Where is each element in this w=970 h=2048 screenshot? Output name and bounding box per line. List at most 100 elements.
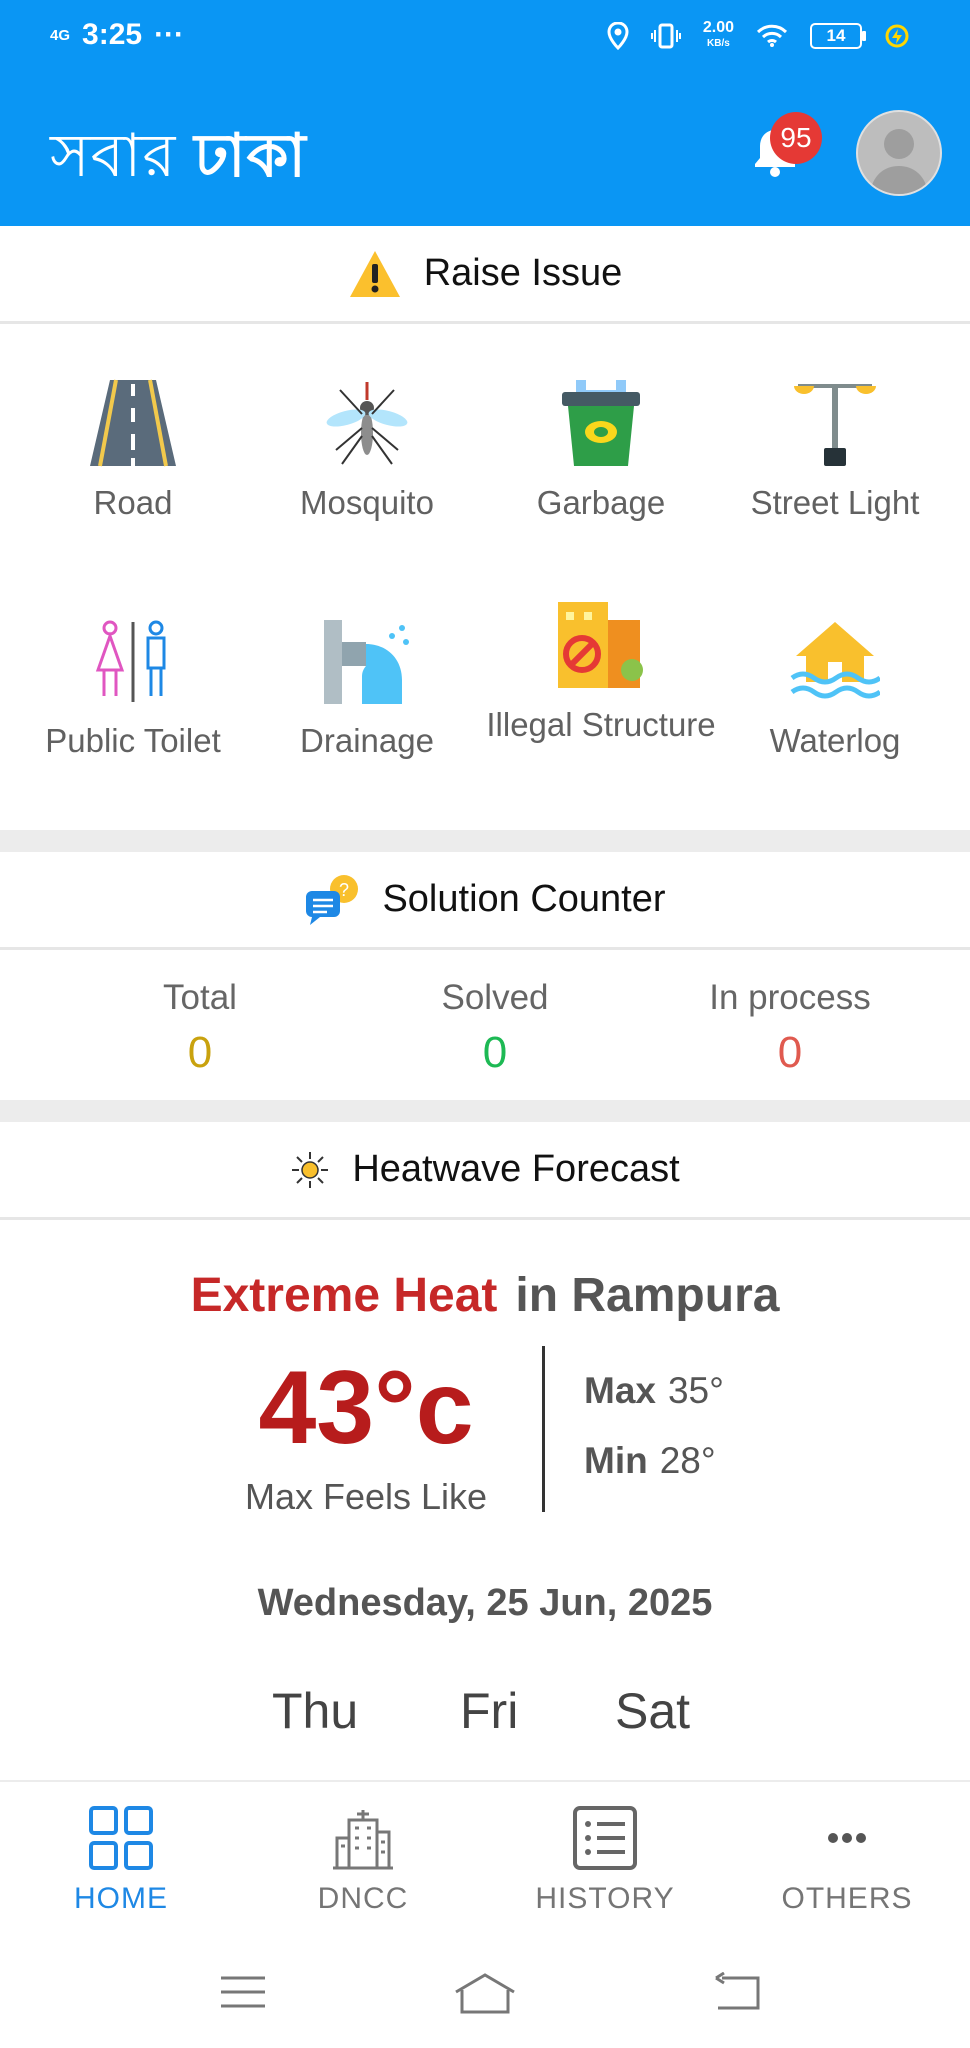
status-bar: 4G 3:25 ··· 2.00 KB/s 14 [0, 0, 970, 80]
issue-drainage[interactable]: Drainage [246, 616, 488, 762]
network-indicator: 4G [50, 26, 71, 44]
min-value: 28° [659, 1440, 716, 1481]
heat-alert-line: Extreme Heat in Rampura [0, 1268, 970, 1323]
min-label: Min [584, 1440, 648, 1481]
counter-value: 0 [777, 1028, 803, 1077]
toilet-icon [95, 620, 166, 702]
nav-others[interactable]: OTHERS [747, 1804, 947, 1916]
forecast-date: Wednesday, 25 Jun, 2025 [257, 1582, 713, 1624]
counter-solved: Solved 0 [385, 978, 605, 1078]
forecast-day-tab[interactable]: Fri [460, 1682, 518, 1740]
home-icon[interactable] [452, 1972, 518, 2016]
issue-label: Drainage [300, 722, 434, 759]
raise-issue-section: Raise Issue Road Mosquito Garbage Street… [0, 226, 970, 830]
nav-dncc[interactable]: DNCC [263, 1804, 463, 1916]
battery-indicator: 14 [810, 23, 866, 49]
warning-icon [349, 250, 400, 297]
heatwave-title: Heatwave Forecast [352, 1148, 680, 1190]
issue-label: Waterlog [769, 722, 901, 759]
solution-counter-section: ? Solution Counter Total 0 Solved 0 In p… [0, 852, 970, 1100]
counter-in-process: In process 0 [680, 978, 900, 1078]
heatwave-header: Heatwave Forecast [0, 1122, 970, 1220]
counter-value: 0 [482, 1028, 508, 1077]
issue-waterlog[interactable]: Waterlog [714, 616, 956, 762]
counter-value: 0 [187, 1028, 213, 1077]
drainage-icon [324, 620, 409, 704]
system-navigation-bar [0, 1942, 970, 2048]
speed-value: 2.00 [702, 19, 734, 36]
menu-icon[interactable] [218, 1972, 268, 2012]
max-label: Max [584, 1370, 656, 1411]
forecast-day-tab[interactable]: Sat [615, 1682, 690, 1740]
heat-main: 43°c Max Feels Like Max 35° Min 28° [0, 1346, 970, 1548]
min-max-block: Max 35° Min 28° [584, 1370, 724, 1510]
issue-illegal-structure[interactable]: Illegal Structure [480, 600, 722, 746]
battery-level: 14 [826, 26, 846, 45]
raise-issue-title: Raise Issue [423, 252, 623, 294]
location-icon [607, 22, 629, 50]
issue-grid: Road Mosquito Garbage Street Light Publi… [0, 324, 970, 830]
notification-badge[interactable]: 95 [770, 112, 822, 164]
issue-label: Garbage [536, 484, 666, 521]
nav-home[interactable]: HOME [21, 1804, 221, 1916]
road-icon [90, 379, 176, 467]
app-header: সবার ঢাকা 95 [0, 80, 970, 226]
bottom-navigation: HOME DNCC HISTORY OTHERS [0, 1780, 970, 1944]
status-left: 4G 3:25 ··· [50, 18, 184, 52]
nav-label: HOME [74, 1882, 168, 1915]
speed-unit: KB/s [707, 38, 730, 49]
building-icon [333, 1810, 393, 1870]
issue-mosquito[interactable]: Mosquito [246, 378, 488, 524]
nav-history[interactable]: HISTORY [505, 1804, 705, 1916]
issue-label: Public Toilet [45, 722, 221, 759]
avatar[interactable] [856, 110, 942, 196]
logo-text-2: ঢাকা [194, 122, 307, 189]
counter-label: Solved [441, 978, 549, 1017]
issue-garbage[interactable]: Garbage [480, 378, 722, 524]
heatwave-section: Heatwave Forecast Extreme Heat in Rampura… [0, 1122, 970, 1780]
heat-location: in Rampura [515, 1269, 780, 1322]
network-speed: 2.00 KB/s [703, 20, 734, 52]
home-grid-icon [89, 1806, 153, 1870]
issue-label: Road [93, 484, 173, 521]
user-silhouette-icon [870, 129, 928, 194]
street-light-icon [794, 384, 876, 466]
min-row: Min 28° [584, 1440, 724, 1482]
clock: 3:25 [82, 18, 143, 51]
feels-like-temperature: 43°c [258, 1350, 474, 1466]
nav-label: OTHERS [781, 1882, 913, 1915]
back-icon[interactable] [712, 1972, 762, 2012]
max-row: Max 35° [584, 1370, 724, 1412]
issue-street-light[interactable]: Street Light [714, 378, 956, 524]
charging-icon [885, 24, 909, 48]
raise-issue-header: Raise Issue [0, 226, 970, 324]
issue-label: Street Light [750, 484, 920, 521]
vibrate-icon [650, 23, 681, 49]
temperature-divider [542, 1346, 545, 1512]
svg-text:?: ? [339, 880, 349, 900]
heat-alert: Extreme Heat [190, 1269, 498, 1322]
counter-label: In process [709, 978, 871, 1017]
chat-question-icon: ? [306, 874, 359, 925]
waterlog-icon [790, 622, 880, 699]
status-right: 2.00 KB/s 14 [607, 20, 910, 52]
issue-public-toilet[interactable]: Public Toilet [12, 616, 254, 762]
wifi-icon [756, 24, 788, 47]
feels-like-block: 43°c Max Feels Like [226, 1350, 506, 1518]
app-logo[interactable]: সবার ঢাকা [50, 110, 307, 210]
issue-road[interactable]: Road [12, 378, 254, 524]
counter-label: Total [163, 978, 237, 1017]
nav-label: HISTORY [535, 1882, 675, 1915]
issue-label: Illegal Structure [486, 706, 716, 743]
forecast-day-tab[interactable]: Thu [272, 1682, 358, 1740]
max-value: 35° [667, 1370, 724, 1411]
nav-label: DNCC [317, 1882, 409, 1915]
feels-like-label: Max Feels Like [244, 1476, 488, 1517]
counter-row: Total 0 Solved 0 In process 0 [0, 950, 970, 1078]
list-icon [573, 1806, 637, 1870]
solution-counter-title: Solution Counter [382, 878, 666, 920]
illegal-structure-icon [558, 602, 643, 688]
garbage-icon [562, 380, 640, 466]
status-more: ··· [154, 18, 185, 51]
counter-total: Total 0 [90, 978, 310, 1078]
